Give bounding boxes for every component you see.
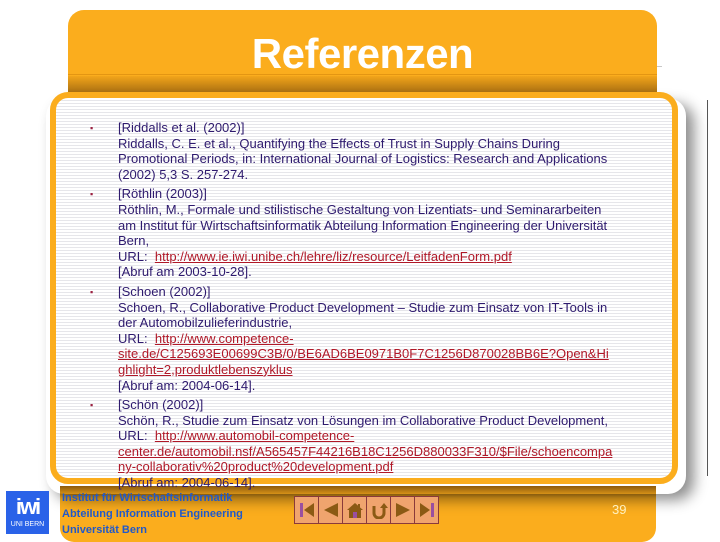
reference-text: Schön, R., Studie zum Einsatz von Lösung… [118, 412, 608, 428]
next-slide-button[interactable] [390, 496, 415, 524]
url-label: URL: [118, 248, 148, 264]
bullet-icon: ▪ [90, 400, 94, 411]
reference-link[interactable]: http://www.competence- [155, 331, 294, 346]
reference-text: Promotional Periods, in: International J… [118, 151, 608, 167]
reference-url-line: center.de/automobil.nsf/A565457F44216B18… [118, 444, 662, 460]
slide-navigation [294, 496, 439, 524]
reference-item: ▪ [Schoen (2002)] Schoen, R., Collaborativ… [56, 284, 662, 393]
reference-link[interactable]: http://www.automobil-competence- [155, 428, 354, 443]
reference-url-line: URL: http://www.competence- [118, 331, 662, 347]
logo-caption: UNI BERN [10, 521, 45, 528]
last-slide-button[interactable] [414, 496, 439, 524]
reference-url-line: URL: http://www.automobil-competence- [118, 428, 662, 444]
reference-text: Schoen, R., Collaborative Product Develo… [118, 299, 608, 315]
accessed-date: [Abruf am: 2004-06-14]. [118, 377, 256, 393]
home-button[interactable] [342, 496, 367, 524]
reference-url-line: ghlight=2,produktlebenszyklus [118, 362, 662, 378]
reference-key: [Schön (2002)] [118, 397, 204, 413]
reference-key: [Röthlin (2003)] [118, 186, 207, 202]
return-button[interactable] [366, 496, 391, 524]
reference-link[interactable]: site.de/C125693E00699C3B/0/BE6AD6BE0971B… [118, 346, 609, 361]
url-label: URL: [118, 428, 148, 444]
accessed-date: [Abruf am 2003-10-28]. [118, 264, 252, 280]
reference-text: der Automobilzulieferindustrie, [118, 315, 293, 331]
institute-name: Institut für Wirtschaftsinformatik Abtei… [62, 490, 243, 538]
bullet-icon: ▪ [90, 123, 94, 133]
return-icon [372, 503, 388, 519]
reference-text: am Institut für Wirtschaftsinformatik Ab… [118, 217, 608, 233]
next-icon [395, 503, 410, 517]
logo-mark: iwi [15, 494, 41, 519]
bullet-icon: ▪ [90, 286, 94, 297]
reference-item: ▪ [Schön (2002)] Schön, R., Studie zum Ein… [56, 397, 662, 491]
reference-item: ▪ [Röthlin (2003)] Röthlin, M., Formale un… [56, 186, 662, 280]
accessed-date: [Abruf am: 2004-06-14]. [118, 475, 256, 491]
previous-slide-button[interactable] [318, 496, 343, 524]
reference-link[interactable]: http://www.ie.iwi.unibe.ch/lehre/liz/res… [155, 249, 512, 264]
reference-text: (2002) 5,3 S. 257-274. [118, 166, 249, 182]
institute-line: Universität Bern [62, 524, 147, 536]
previous-icon [323, 503, 338, 517]
reference-text: Bern, [118, 233, 150, 249]
iwi-logo: iwi UNI BERN [6, 491, 49, 534]
header-guide-line [657, 66, 662, 67]
bullet-icon: ▪ [90, 189, 94, 200]
reference-link[interactable]: ghlight=2,produktlebenszyklus [118, 362, 293, 377]
reference-text: Riddalls, C. E. et al., Quantifying the … [118, 135, 560, 151]
reference-url-line: URL: http://www.ie.iwi.unibe.ch/lehre/li… [118, 249, 662, 265]
skip-first-icon [299, 503, 314, 517]
reference-key: [Schoen (2002)] [118, 283, 211, 299]
reference-key: [Riddalls et al. (2002)] [118, 120, 245, 135]
reference-item: ▪ [Riddalls et al. (2002)] Riddalls, C. E.… [56, 120, 662, 182]
reference-link[interactable]: ny-collaborativ%20product%20development.… [118, 459, 393, 474]
home-icon [346, 503, 363, 518]
side-divider [707, 100, 708, 476]
first-slide-button[interactable] [294, 496, 319, 524]
institute-line: Institut für Wirtschaftsinformatik [62, 492, 233, 504]
url-label: URL: [118, 330, 148, 346]
reference-url-line: site.de/C125693E00699C3B/0/BE6AD6BE0971B… [118, 346, 662, 362]
institute-line: Abteilung Information Engineering [62, 508, 243, 520]
slide-header: Referenzen [68, 10, 657, 96]
content-panel: ▪ [Riddalls et al. (2002)] Riddalls, C. E.… [50, 92, 678, 490]
reference-link[interactable]: center.de/automobil.nsf/A565457F44216B18… [118, 444, 612, 459]
skip-last-icon [419, 503, 434, 517]
page-number: 39 [612, 502, 627, 517]
reference-list: ▪ [Riddalls et al. (2002)] Riddalls, C. E.… [56, 120, 662, 495]
reference-text: Röthlin, M., Formale und stilistische Ge… [118, 201, 602, 217]
reference-url-line: ny-collaborativ%20product%20development.… [118, 459, 662, 475]
slide-title: Referenzen [251, 30, 474, 77]
